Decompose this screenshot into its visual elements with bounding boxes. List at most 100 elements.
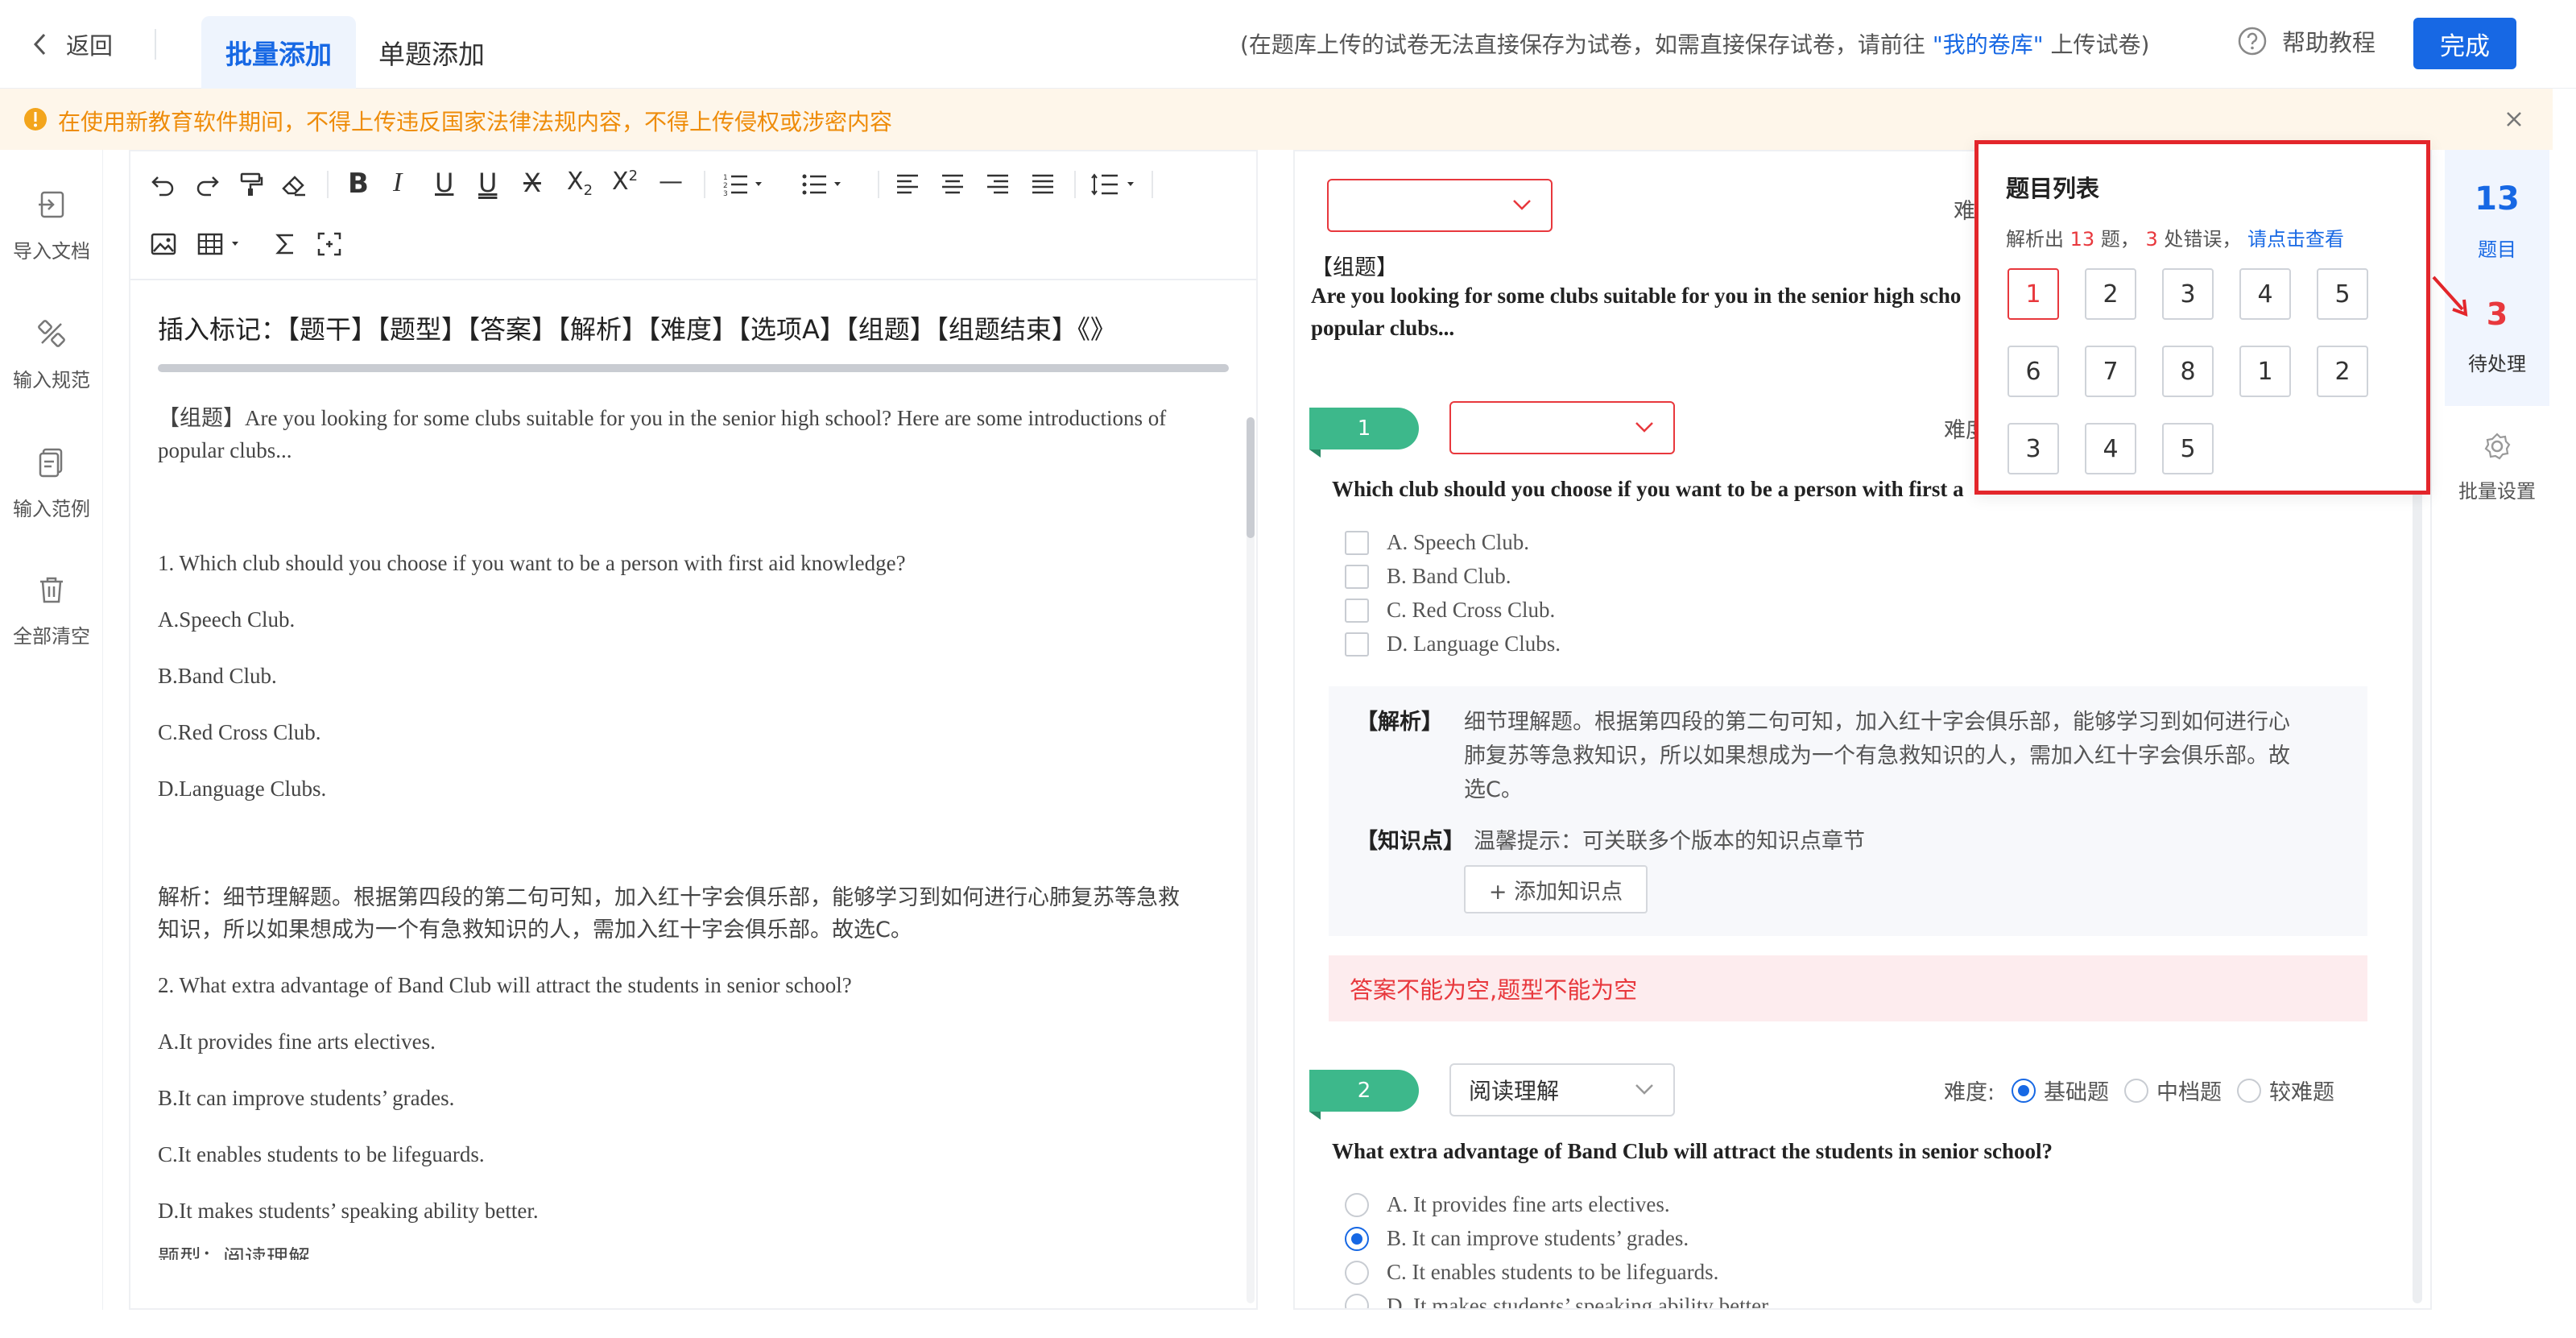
- batch-settings-button[interactable]: 批量设置: [2445, 432, 2549, 503]
- question-number-button[interactable]: 5: [2162, 423, 2214, 474]
- editor-scrollbar-track[interactable]: [1247, 417, 1255, 1303]
- left-toolbar: 导入文档 输入规范 输入范例 全部清空: [0, 150, 103, 1310]
- markers-scrollbar[interactable]: [158, 364, 1229, 372]
- align-justify-icon[interactable]: [1029, 171, 1056, 198]
- tab-batch-add[interactable]: 批量添加: [201, 16, 356, 89]
- question-number-button[interactable]: 5: [2317, 268, 2368, 320]
- superscript-icon[interactable]: X2: [612, 168, 638, 196]
- screenshot-crop-icon[interactable]: [316, 230, 343, 258]
- my-paper-library-link[interactable]: "我的卷库": [1933, 31, 2044, 58]
- view-errors-link[interactable]: 请点击查看: [2247, 228, 2344, 251]
- difficulty-hard[interactable]: 较难题: [2237, 1075, 2334, 1106]
- option-b[interactable]: B. It can improve students’ grades.: [1345, 1226, 1689, 1251]
- checkbox[interactable]: [1345, 632, 1369, 657]
- option-b[interactable]: B. Band Club.: [1345, 564, 1511, 589]
- question-number-button[interactable]: 7: [2085, 346, 2136, 397]
- underline-icon[interactable]: U: [435, 168, 453, 198]
- align-center-icon[interactable]: [939, 171, 966, 198]
- difficulty-basic[interactable]: 基础题: [2012, 1075, 2109, 1106]
- difficulty-medium[interactable]: 中档题: [2124, 1075, 2222, 1106]
- popup-title: 题目列表: [2006, 175, 2100, 202]
- question-number-button[interactable]: 1: [2239, 346, 2291, 397]
- radio[interactable]: [2237, 1078, 2261, 1103]
- double-underline-icon[interactable]: U: [478, 168, 497, 198]
- editor-line: D.It makes students’ speaking ability be…: [158, 1199, 539, 1223]
- radio[interactable]: [1345, 1294, 1369, 1308]
- input-rules-label: 输入规范: [13, 369, 90, 391]
- add-knowledge-button[interactable]: + 添加知识点: [1464, 865, 1648, 913]
- format-painter-icon[interactable]: [237, 171, 264, 198]
- formula-sigma-icon[interactable]: [272, 230, 300, 258]
- back-button[interactable]: 返回: [32, 27, 113, 61]
- checkbox[interactable]: [1345, 598, 1369, 623]
- editor-line: C.It enables students to be lifeguards.: [158, 1142, 485, 1166]
- editor-line: B.It can improve students’ grades.: [158, 1086, 455, 1110]
- editor-line: popular clubs...: [158, 438, 292, 462]
- svg-text:3: 3: [723, 190, 728, 198]
- insert-markers[interactable]: 插入标记：【题干】【题型】【答案】【解析】【难度】【选项A】【组题】【组题结束】…: [158, 309, 1116, 346]
- option-a[interactable]: A. It provides fine arts electives.: [1345, 1192, 1670, 1217]
- question-count-label: 题目: [2478, 238, 2516, 261]
- tab-single-add[interactable]: 单题添加: [378, 16, 485, 89]
- question-number-button[interactable]: 2: [2317, 346, 2368, 397]
- line-height-icon[interactable]: [1090, 171, 1142, 198]
- done-button[interactable]: 完成: [2413, 18, 2516, 69]
- editor-scrollbar-thumb[interactable]: [1247, 417, 1255, 538]
- image-icon[interactable]: [150, 230, 177, 258]
- ordered-list-icon[interactable]: 123: [722, 171, 767, 198]
- import-document-button[interactable]: 导入文档: [0, 188, 103, 263]
- preview-scrollbar[interactable]: [2413, 417, 2422, 1303]
- close-icon[interactable]: [2503, 108, 2525, 130]
- group-type-select[interactable]: [1327, 179, 1553, 232]
- option-a[interactable]: A. Speech Club.: [1345, 530, 1529, 555]
- svg-text:1: 1: [723, 174, 728, 182]
- question-number-button[interactable]: 6: [2007, 346, 2059, 397]
- bold-icon[interactable]: B: [348, 168, 369, 200]
- checkbox[interactable]: [1345, 530, 1369, 555]
- eraser-icon[interactable]: [280, 171, 308, 198]
- input-rules-button[interactable]: 输入规范: [0, 317, 103, 392]
- question-number-button[interactable]: 4: [2085, 423, 2136, 474]
- question-number-badge: 2: [1309, 1070, 1419, 1120]
- radio[interactable]: [2012, 1078, 2036, 1103]
- input-example-button[interactable]: 输入范例: [0, 446, 103, 521]
- question-number-button[interactable]: 4: [2239, 268, 2291, 320]
- group-text: Are you looking for some clubs suitable …: [1311, 284, 1962, 308]
- align-left-icon[interactable]: [894, 171, 921, 198]
- align-right-icon[interactable]: [984, 171, 1011, 198]
- radio[interactable]: [1345, 1192, 1369, 1217]
- checkbox[interactable]: [1345, 564, 1369, 589]
- italic-icon[interactable]: I: [393, 168, 402, 198]
- radio[interactable]: [1345, 1260, 1369, 1285]
- strikethrough-icon[interactable]: X: [523, 168, 541, 198]
- question-number-button[interactable]: 3: [2162, 268, 2214, 320]
- unordered-list-icon[interactable]: [800, 171, 846, 198]
- question-type-select[interactable]: [1449, 401, 1675, 454]
- editor-line: 1. Which club should you choose if you w…: [158, 551, 906, 575]
- pending-label: 待处理: [2468, 353, 2526, 375]
- question-type-select[interactable]: 阅读理解: [1449, 1063, 1675, 1116]
- option-d[interactable]: D. Language Clubs.: [1345, 632, 1561, 657]
- question-number-button[interactable]: 2: [2085, 268, 2136, 320]
- radio[interactable]: [2124, 1078, 2148, 1103]
- question-number-button[interactable]: 8: [2162, 346, 2214, 397]
- clear-all-button[interactable]: 全部清空: [0, 574, 103, 648]
- horizontal-rule-icon[interactable]: —: [659, 168, 683, 196]
- option-d[interactable]: D. It makes students’ speaking ability b…: [1345, 1294, 1772, 1308]
- undo-icon[interactable]: [150, 171, 177, 198]
- radio[interactable]: [1345, 1226, 1369, 1251]
- subscript-icon[interactable]: X2: [567, 168, 593, 199]
- question-number-button[interactable]: 1: [2007, 268, 2059, 320]
- table-icon[interactable]: [196, 230, 250, 258]
- chevron-down-icon: [1512, 198, 1532, 211]
- option-c[interactable]: C. Red Cross Club.: [1345, 598, 1555, 623]
- question-number-button[interactable]: 3: [2007, 423, 2059, 474]
- error-message: 答案不能为空,题型不能为空: [1329, 955, 2367, 1021]
- help-tutorial-button[interactable]: 帮助教程: [2237, 24, 2375, 58]
- editor-line: A.Speech Club.: [158, 607, 296, 632]
- chevron-down-icon: [1635, 1083, 1654, 1096]
- knowledge-hint: 温馨提示：可关联多个版本的知识点章节: [1474, 829, 1865, 854]
- warning-icon: [23, 106, 48, 132]
- option-c[interactable]: C. It enables students to be lifeguards.: [1345, 1260, 1718, 1285]
- redo-icon[interactable]: [193, 171, 221, 198]
